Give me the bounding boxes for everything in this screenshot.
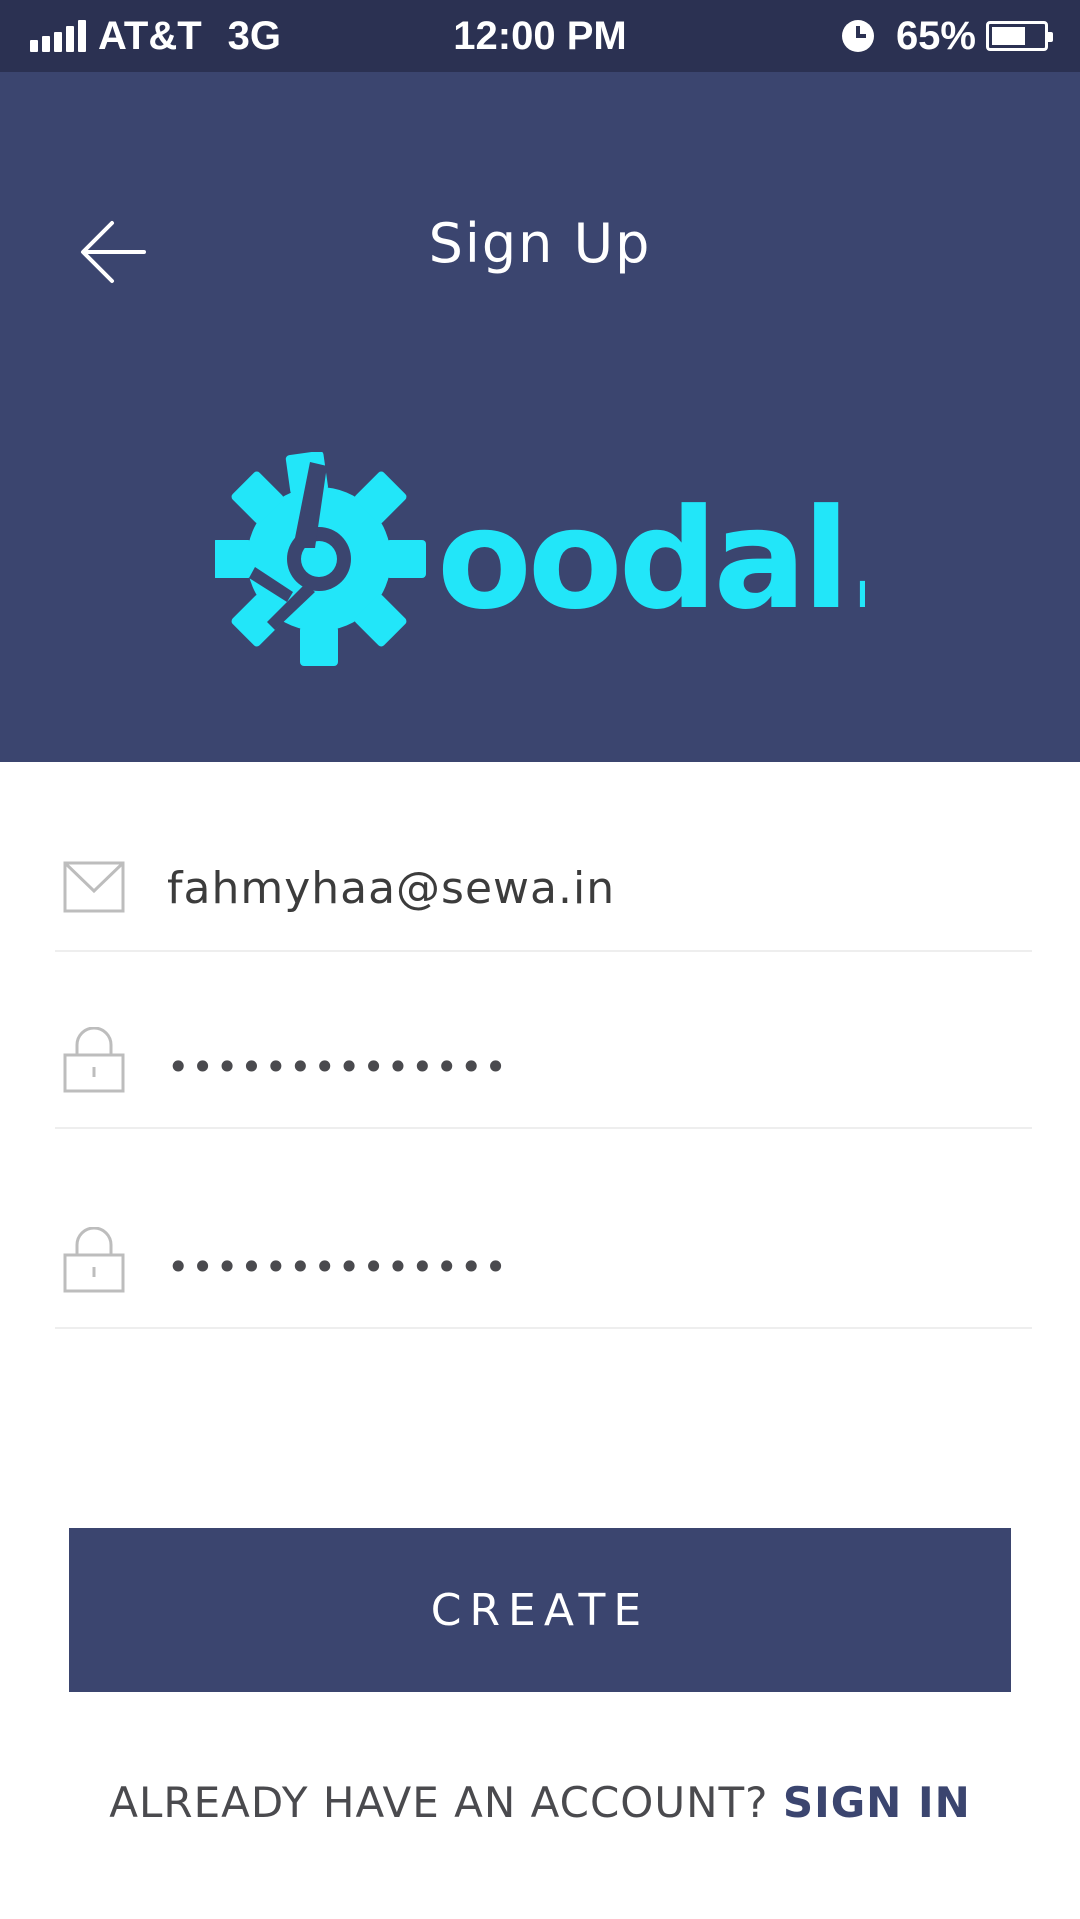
- alarm-clock-icon: [841, 20, 874, 52]
- battery-icon: [986, 21, 1053, 51]
- status-bar: AT&T 3G 12:00 PM 65%: [0, 0, 1080, 72]
- email-field[interactable]: [167, 858, 1007, 918]
- gear-icon: [215, 452, 426, 666]
- header: Sign Up oodal.: [0, 72, 1080, 762]
- confirm-password-row: [55, 1205, 1032, 1329]
- lock-icon: [63, 1027, 125, 1093]
- signin-prompt: ALREADY HAVE AN ACCOUNT? SIGN IN: [0, 1778, 1080, 1827]
- confirm-password-field[interactable]: [167, 1237, 1007, 1297]
- password-row: [55, 1005, 1032, 1129]
- create-button[interactable]: CREATE: [69, 1528, 1011, 1692]
- status-right: 65%: [841, 12, 1053, 60]
- battery-percent: 65%: [895, 13, 976, 58]
- battery-level-fill: [992, 27, 1025, 45]
- signin-link[interactable]: SIGN IN: [783, 1778, 971, 1827]
- logo-wordmark: oodal.: [437, 479, 865, 640]
- page-title: Sign Up: [428, 212, 652, 275]
- mail-icon: [63, 861, 125, 913]
- email-row: [55, 830, 1032, 952]
- password-field[interactable]: [167, 1037, 1007, 1097]
- lock-icon: [63, 1227, 125, 1293]
- signin-prompt-text: ALREADY HAVE AN ACCOUNT?: [109, 1778, 769, 1827]
- app-logo: oodal.: [215, 452, 865, 666]
